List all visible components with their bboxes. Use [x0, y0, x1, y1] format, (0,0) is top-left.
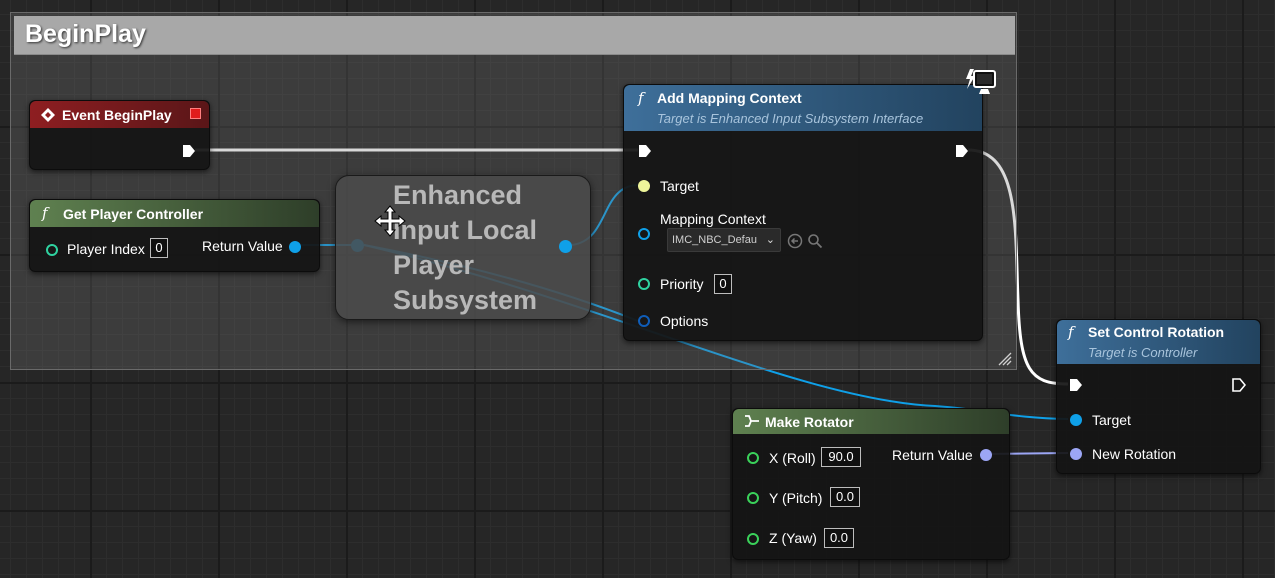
priority-field[interactable]: 0 [714, 274, 732, 294]
chevron-down-icon: ⌄ [765, 234, 775, 246]
node-title: Make Rotator [765, 414, 854, 430]
x-roll-field[interactable]: 90.0 [821, 447, 861, 467]
options-label: Options [660, 313, 709, 329]
z-yaw-label: Z (Yaw) [769, 530, 817, 546]
priority-pin[interactable] [638, 278, 650, 290]
exec-out-pin[interactable] [182, 144, 196, 158]
comment-title: BeginPlay [25, 20, 146, 48]
y-pitch-pin[interactable] [747, 492, 759, 504]
make-rotator-node[interactable]: Make Rotator X (Roll) 90.0 Return Value … [732, 408, 1010, 560]
node-title: Set Control Rotation [1088, 324, 1225, 340]
node-subtitle: Target is Controller [1088, 345, 1198, 360]
enhanced-input-subsystem-node[interactable]: Enhanced Input Local Player Subsystem [335, 175, 591, 320]
return-value-label: Return Value [202, 238, 283, 254]
target-label: Target [660, 178, 699, 194]
player-index-label: Player Index [67, 241, 145, 257]
y-pitch-field[interactable]: 0.0 [830, 487, 860, 507]
target-pin[interactable] [638, 180, 650, 192]
comment-header[interactable] [14, 16, 1015, 55]
delegate-pin[interactable] [190, 108, 201, 119]
node-title: Get Player Controller [63, 206, 204, 222]
z-yaw-pin[interactable] [747, 533, 759, 545]
exec-out-pin[interactable] [955, 144, 969, 158]
new-rotation-label: New Rotation [1092, 446, 1177, 462]
x-roll-pin[interactable] [747, 452, 759, 464]
player-index-pin[interactable] [46, 244, 58, 256]
get-player-controller-node[interactable]: f Get Player Controller Player Index 0 R… [29, 199, 320, 272]
browse-icon[interactable] [807, 233, 823, 249]
return-value-pin[interactable] [289, 241, 301, 253]
options-pin[interactable] [638, 315, 650, 327]
event-icon [41, 108, 55, 122]
node-subtitle: Target is Enhanced Input Subsystem Inter… [657, 111, 924, 126]
z-yaw-field[interactable]: 0.0 [824, 528, 854, 548]
return-value-pin[interactable] [980, 449, 992, 461]
resize-grip-icon[interactable] [998, 352, 1012, 366]
event-beginplay-node[interactable]: Event BeginPlay [29, 100, 210, 170]
mapping-context-value: IMC_NBC_Defau [672, 234, 757, 246]
x-roll-label: X (Roll) [769, 450, 816, 466]
node-title: Event BeginPlay [62, 107, 172, 123]
target-pin[interactable] [1070, 414, 1082, 426]
use-asset-icon[interactable] [787, 233, 803, 249]
player-index-field[interactable]: 0 [150, 238, 168, 258]
function-icon: f [42, 204, 48, 222]
target-label: Target [1092, 412, 1131, 428]
return-value-label: Return Value [892, 447, 973, 463]
priority-label: Priority [660, 276, 704, 292]
mapping-context-pin[interactable] [638, 228, 650, 240]
node-title: Add Mapping Context [657, 90, 802, 106]
exec-in-pin[interactable] [1069, 378, 1083, 392]
subsystem-output-pin[interactable] [559, 240, 572, 253]
make-struct-icon [745, 415, 759, 427]
node-title: Enhanced Input Local Player Subsystem [393, 180, 538, 315]
exec-in-pin[interactable] [638, 144, 652, 158]
exec-out-pin[interactable] [1232, 378, 1246, 392]
move-cursor-icon [374, 205, 406, 237]
add-mapping-context-node[interactable]: f Add Mapping Context Target is Enhanced… [623, 84, 983, 341]
function-icon: f [638, 89, 644, 107]
mapping-context-dropdown[interactable]: IMC_NBC_Defau ⌄ [667, 228, 781, 252]
function-icon: f [1068, 323, 1074, 341]
set-control-rotation-node[interactable]: f Set Control Rotation Target is Control… [1056, 319, 1261, 474]
server-only-icon [966, 69, 996, 94]
y-pitch-label: Y (Pitch) [769, 490, 823, 506]
new-rotation-pin[interactable] [1070, 448, 1082, 460]
mapping-context-label: Mapping Context [660, 211, 766, 227]
